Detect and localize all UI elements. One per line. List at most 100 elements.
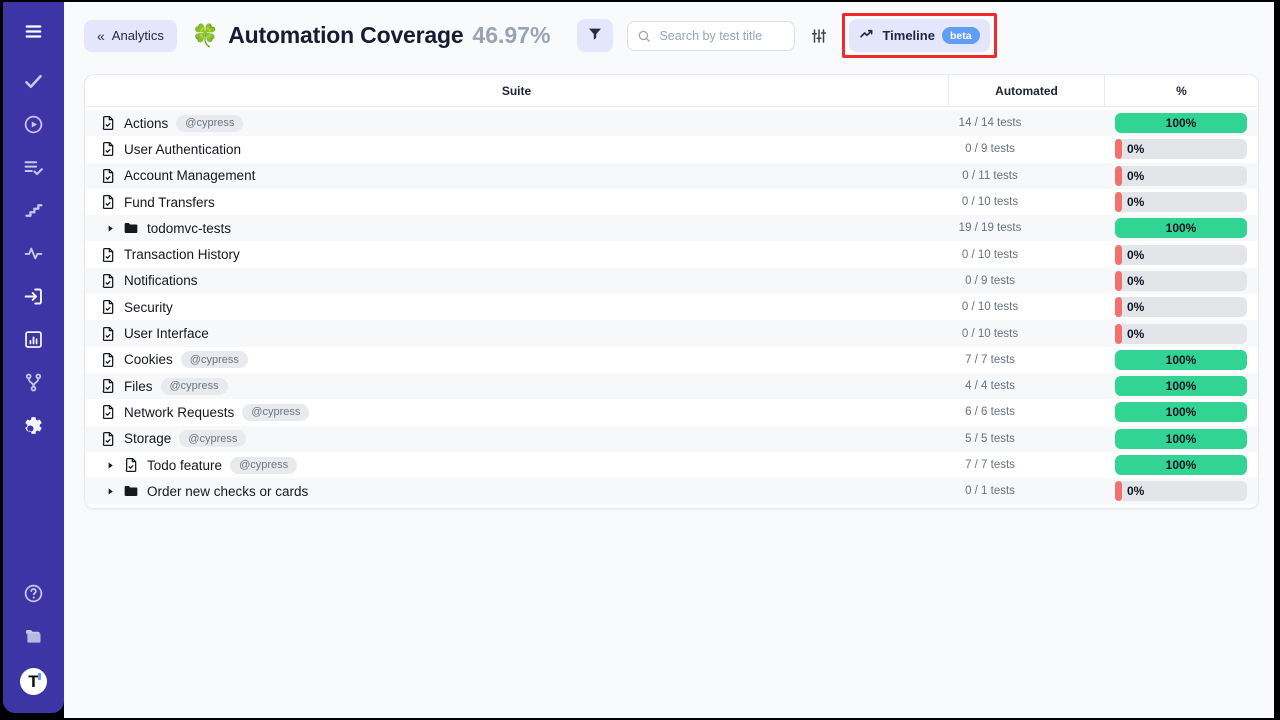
- chevron-right-icon[interactable]: [106, 461, 115, 470]
- tag-badge: @cypress: [161, 378, 228, 395]
- adjustments-icon[interactable]: [808, 25, 830, 47]
- automated-count-cell: 5 / 5 tests: [948, 433, 1104, 445]
- suite-cell[interactable]: User Interface: [85, 326, 948, 342]
- folder-icon: [123, 483, 139, 499]
- suite-cell[interactable]: Actions@cypress: [85, 115, 948, 132]
- suite-name: todomvc-tests: [147, 221, 231, 236]
- table-row[interactable]: Storage@cypress 5 / 5 tests 100%: [85, 426, 1258, 452]
- percent-label: 0%: [1127, 300, 1144, 314]
- percent-label: 100%: [1166, 405, 1197, 419]
- table-row[interactable]: User Authentication0 / 9 tests0%: [85, 136, 1258, 162]
- column-header-automated[interactable]: Automated: [948, 75, 1104, 106]
- branch-icon[interactable]: [23, 371, 45, 393]
- suite-cell[interactable]: Transaction History: [85, 247, 948, 263]
- percent-cell: 100%: [1104, 113, 1258, 133]
- suite-cell[interactable]: Files@cypress: [85, 378, 948, 395]
- tag-badge: @cypress: [181, 351, 248, 368]
- table-row[interactable]: Network Requests@cypress 6 / 6 tests 100%: [85, 399, 1258, 425]
- automated-count-cell: 19 / 19 tests: [948, 222, 1104, 234]
- check-icon[interactable]: [23, 70, 45, 92]
- table-row[interactable]: Account Management0 / 11 tests0%: [85, 163, 1258, 189]
- percent-bar: 0%: [1115, 271, 1247, 291]
- list-check-icon[interactable]: [23, 156, 45, 178]
- column-header-percent[interactable]: %: [1104, 75, 1258, 106]
- percent-bar: 0%: [1115, 245, 1247, 265]
- folder-icon[interactable]: [23, 625, 45, 647]
- table-row[interactable]: Security 0 / 10 tests 0%: [85, 294, 1258, 320]
- automated-count: 0 / 10 tests: [962, 301, 1018, 313]
- table-row[interactable]: Notifications0 / 9 tests0%: [85, 268, 1258, 294]
- red-sliver: [1115, 245, 1122, 265]
- percent-label: 100%: [1166, 353, 1197, 367]
- automated-count: 0 / 10 tests: [962, 328, 1018, 340]
- suite-cell[interactable]: User Authentication: [85, 141, 948, 157]
- percent-bar: 100%: [1115, 429, 1247, 449]
- automated-count: 6 / 6 tests: [965, 406, 1015, 418]
- suite-cell[interactable]: Todo feature@cypress: [85, 457, 948, 474]
- automated-count: 5 / 5 tests: [965, 433, 1015, 445]
- percent-bar: 0%: [1115, 297, 1247, 317]
- red-sliver: [1115, 192, 1122, 212]
- suite-name: Actions: [124, 116, 168, 131]
- percent-label: 100%: [1166, 221, 1197, 235]
- suite-name: Storage: [124, 431, 171, 446]
- chevron-right-icon[interactable]: [106, 224, 115, 233]
- timeline-button[interactable]: Timeline beta: [849, 19, 989, 52]
- table-row[interactable]: User Interface0 / 10 tests0%: [85, 320, 1258, 346]
- chevron-right-icon[interactable]: [106, 487, 115, 496]
- percent-cell: 0%: [1104, 192, 1258, 212]
- red-sliver: [1115, 271, 1122, 291]
- suite-cell[interactable]: Notifications: [85, 273, 948, 289]
- suite-cell[interactable]: Storage@cypress: [85, 430, 948, 447]
- column-header-suite[interactable]: Suite: [85, 75, 948, 106]
- table-row[interactable]: todomvc-tests 19 / 19 tests 100%: [85, 215, 1258, 241]
- steps-icon[interactable]: [23, 199, 45, 221]
- percent-bar: 100%: [1115, 113, 1247, 133]
- percent-bar: 0%: [1115, 139, 1247, 159]
- percent-label: 0%: [1127, 142, 1144, 156]
- file-check-icon: [100, 141, 116, 157]
- suite-cell[interactable]: Fund Transfers: [85, 194, 948, 210]
- funnel-icon: [587, 26, 603, 45]
- automated-count-cell: 4 / 4 tests: [948, 380, 1104, 392]
- percent-bar: 100%: [1115, 350, 1247, 370]
- automated-count: 14 / 14 tests: [959, 117, 1022, 129]
- suite-cell[interactable]: Order new checks or cards: [85, 483, 948, 499]
- automated-count: 0 / 10 tests: [962, 196, 1018, 208]
- table-row[interactable]: Fund Transfers 0 / 10 tests 0%: [85, 189, 1258, 215]
- pulse-icon[interactable]: [23, 242, 45, 264]
- table-row[interactable]: Actions@cypress 14 / 14 tests 100%: [85, 110, 1258, 136]
- file-check-icon: [123, 457, 139, 473]
- suite-name: Fund Transfers: [124, 195, 215, 210]
- suite-cell[interactable]: Cookies@cypress: [85, 351, 948, 368]
- bar-chart-icon[interactable]: [23, 328, 45, 350]
- table-row[interactable]: Order new checks or cards0 / 1 tests0%: [85, 478, 1258, 504]
- clover-icon: 🍀: [192, 23, 219, 49]
- suite-cell[interactable]: todomvc-tests: [85, 220, 948, 236]
- help-icon[interactable]: [23, 582, 45, 604]
- filter-button[interactable]: [577, 19, 613, 52]
- table-row[interactable]: Files@cypress4 / 4 tests100%: [85, 373, 1258, 399]
- coverage-percent: 46.97%: [472, 22, 550, 49]
- table-row[interactable]: Transaction History0 / 10 tests0%: [85, 241, 1258, 267]
- suite-cell[interactable]: Account Management: [85, 168, 948, 184]
- sign-in-icon[interactable]: [23, 285, 45, 307]
- beta-badge: beta: [942, 27, 980, 44]
- logo-icon[interactable]: T: [20, 668, 47, 695]
- file-check-icon: [100, 352, 116, 368]
- red-sliver: [1115, 297, 1122, 317]
- tag-badge: @cypress: [242, 404, 309, 421]
- suite-cell[interactable]: Security: [85, 299, 948, 315]
- gear-icon[interactable]: [23, 414, 45, 436]
- analytics-back-button[interactable]: « Analytics: [84, 20, 177, 52]
- red-sliver: [1115, 481, 1122, 501]
- suite-cell[interactable]: Network Requests@cypress: [85, 404, 948, 421]
- play-circle-icon[interactable]: [23, 113, 45, 135]
- search-input[interactable]: [627, 21, 795, 51]
- automated-count-cell: 7 / 7 tests: [948, 459, 1104, 471]
- table-row[interactable]: Todo feature@cypress7 / 7 tests100%: [85, 452, 1258, 478]
- percent-cell: 100%: [1104, 455, 1258, 475]
- menu-icon[interactable]: [23, 20, 45, 42]
- table-row[interactable]: Cookies@cypress7 / 7 tests100%: [85, 347, 1258, 373]
- automated-count: 0 / 1 tests: [965, 485, 1015, 497]
